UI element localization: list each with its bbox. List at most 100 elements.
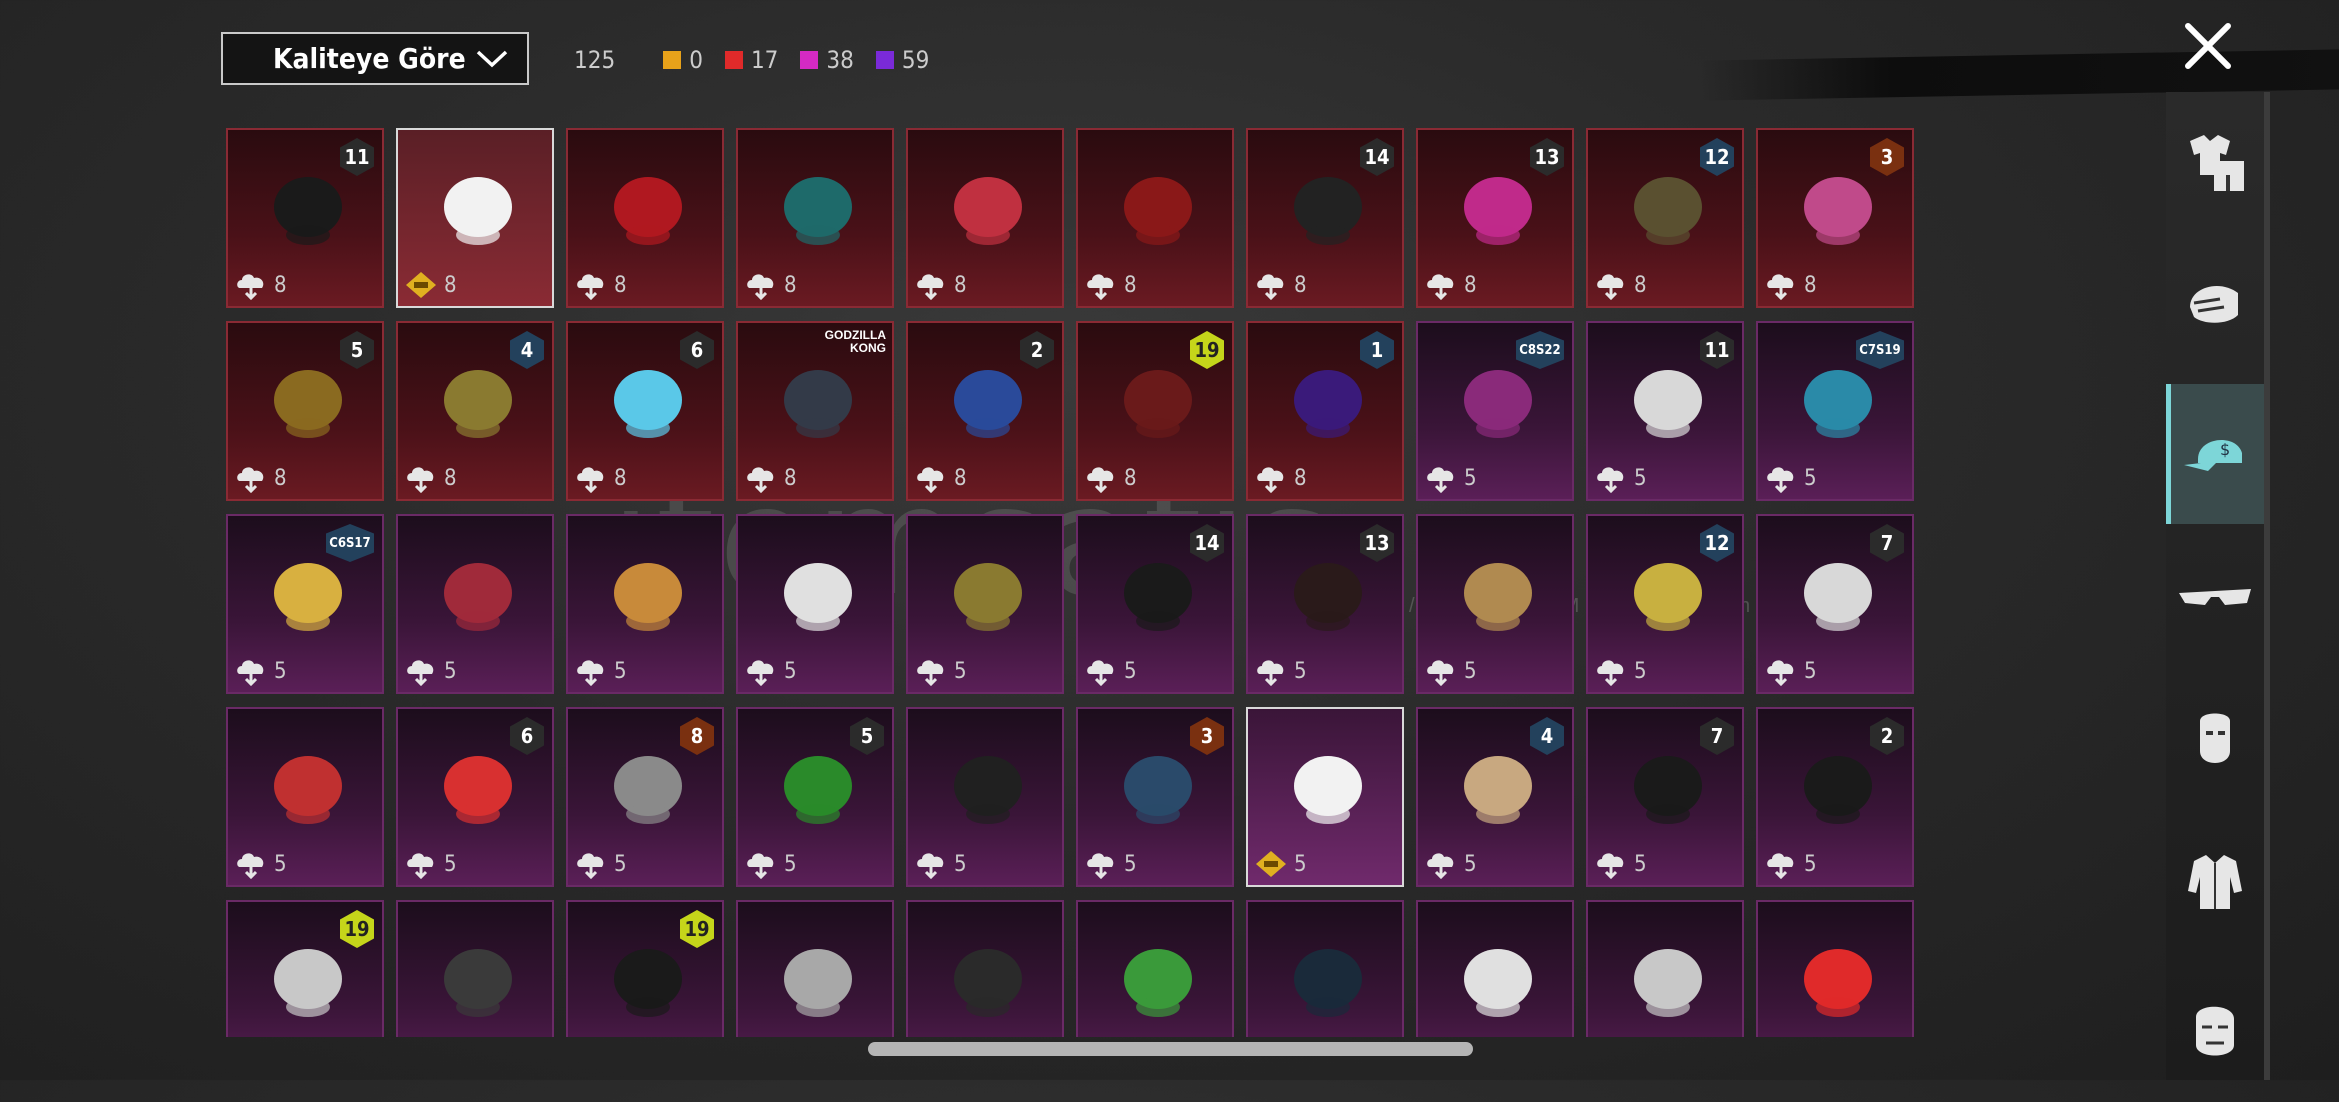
bp-currency-icon	[917, 853, 944, 879]
item-card[interactable]: 65	[396, 707, 554, 887]
item-card[interactable]	[396, 900, 554, 1037]
item-card[interactable]: 5	[566, 514, 724, 694]
item-card[interactable]	[1246, 900, 1404, 1037]
price-value: 5	[954, 851, 967, 877]
item-card[interactable]: 5	[1246, 707, 1404, 887]
price-value: 8	[1294, 465, 1307, 491]
item-card[interactable]: 19	[226, 900, 384, 1037]
sort-dropdown[interactable]: Kaliteye Göre	[221, 32, 529, 85]
price-value: 5	[444, 851, 457, 877]
item-thumbnail	[1793, 551, 1883, 641]
item-thumbnail	[773, 358, 863, 448]
item-card[interactable]: 85	[566, 707, 724, 887]
horizontal-scrollbar[interactable]	[868, 1042, 1473, 1056]
category-sidebar: $	[2166, 92, 2270, 1080]
item-price: 5	[574, 656, 627, 686]
item-card[interactable]: C7S19 5	[1756, 321, 1914, 501]
item-card[interactable]: 8	[906, 128, 1064, 308]
item-card[interactable]	[906, 900, 1064, 1037]
item-card[interactable]: C8S22 5	[1416, 321, 1574, 501]
item-card[interactable]: 8	[396, 128, 554, 308]
bp-currency-icon	[407, 660, 434, 686]
category-glasses[interactable]	[2166, 528, 2264, 668]
item-card[interactable]: 18	[1246, 321, 1404, 501]
price-value: 5	[1294, 851, 1307, 877]
item-thumbnail	[1283, 551, 1373, 641]
item-card[interactable]: 48	[396, 321, 554, 501]
item-thumbnail	[433, 551, 523, 641]
item-card[interactable]: 35	[1076, 707, 1234, 887]
close-icon[interactable]	[2180, 18, 2236, 74]
item-card[interactable]: GODZILLA KONG 8	[736, 321, 894, 501]
category-headgear[interactable]	[2166, 234, 2264, 374]
item-card[interactable]: 12 5	[1586, 514, 1744, 694]
bp-currency-icon	[237, 853, 264, 879]
item-price: 5	[744, 656, 797, 686]
item-card[interactable]: 13 5	[1246, 514, 1404, 694]
item-card[interactable]: 13 8	[1416, 128, 1574, 308]
item-card[interactable]: 75	[1756, 514, 1914, 694]
category-jacket[interactable]	[2166, 812, 2264, 952]
item-card[interactable]: 5	[1416, 514, 1574, 694]
bp-currency-icon	[1257, 274, 1284, 300]
item-price: 8	[404, 463, 457, 493]
item-thumbnail	[1113, 937, 1203, 1027]
bp-currency-icon	[1427, 853, 1454, 879]
item-card[interactable]	[1756, 900, 1914, 1037]
item-card[interactable]: 55	[736, 707, 894, 887]
item-card[interactable]: 8	[736, 128, 894, 308]
category-mask[interactable]	[2166, 672, 2264, 812]
price-value: 5	[1804, 658, 1817, 684]
bp-currency-icon	[1597, 660, 1624, 686]
uncommon-swatch	[875, 51, 894, 69]
item-price: 8	[1254, 463, 1307, 493]
item-card[interactable]: 19 8	[1076, 321, 1234, 501]
category-cap[interactable]: $	[2166, 384, 2264, 524]
item-card[interactable]: 45	[1416, 707, 1574, 887]
item-thumbnail	[603, 937, 693, 1027]
item-card[interactable]: 14 5	[1076, 514, 1234, 694]
item-card[interactable]: 12 8	[1586, 128, 1744, 308]
item-thumbnail	[1623, 358, 1713, 448]
item-price: 8	[1084, 463, 1137, 493]
item-card[interactable]: 38	[1756, 128, 1914, 308]
sort-dropdown-label: Kaliteye Göre	[273, 42, 466, 75]
item-card[interactable]: 58	[226, 321, 384, 501]
item-card[interactable]: 75	[1586, 707, 1744, 887]
item-price: 8	[574, 463, 627, 493]
item-card[interactable]: 19	[566, 900, 724, 1037]
category-face[interactable]	[2166, 962, 2264, 1102]
item-card[interactable]: 8	[1076, 128, 1234, 308]
item-card[interactable]: 5	[226, 707, 384, 887]
item-card[interactable]: 5	[906, 707, 1064, 887]
category-outfit[interactable]	[2166, 92, 2264, 232]
item-price: 8	[1764, 270, 1817, 300]
item-card[interactable]: 28	[906, 321, 1064, 501]
item-card[interactable]	[1076, 900, 1234, 1037]
item-thumbnail	[1453, 551, 1543, 641]
item-card[interactable]: 68	[566, 321, 724, 501]
bp-currency-icon	[1257, 660, 1284, 686]
item-card[interactable]: 11 5	[1586, 321, 1744, 501]
item-card[interactable]: 8	[566, 128, 724, 308]
bp-currency-icon	[1087, 467, 1114, 493]
item-price: 8	[914, 270, 967, 300]
item-card[interactable]: 5	[396, 514, 554, 694]
item-card[interactable]: 25	[1756, 707, 1914, 887]
item-price: 5	[234, 656, 287, 686]
item-card[interactable]	[736, 900, 894, 1037]
item-card[interactable]	[1416, 900, 1574, 1037]
price-value: 5	[1464, 851, 1477, 877]
item-card[interactable]: 5	[906, 514, 1064, 694]
item-price: 5	[1254, 849, 1307, 879]
mask-icon	[2200, 713, 2230, 763]
item-thumbnail	[263, 744, 353, 834]
inventory-grid: 11 8 8 8 8 8 8 14 8 13 8 12 8 3 8 5 8 4 8 6 8 GODZILLA KONG 8 2 8…	[224, 128, 1914, 1037]
item-card[interactable]: C6S17 5	[226, 514, 384, 694]
item-thumbnail	[1113, 165, 1203, 255]
item-card[interactable]	[1586, 900, 1744, 1037]
item-card[interactable]: 5	[736, 514, 894, 694]
item-card[interactable]: 11 8	[226, 128, 384, 308]
item-thumbnail	[1283, 358, 1373, 448]
item-card[interactable]: 14 8	[1246, 128, 1404, 308]
